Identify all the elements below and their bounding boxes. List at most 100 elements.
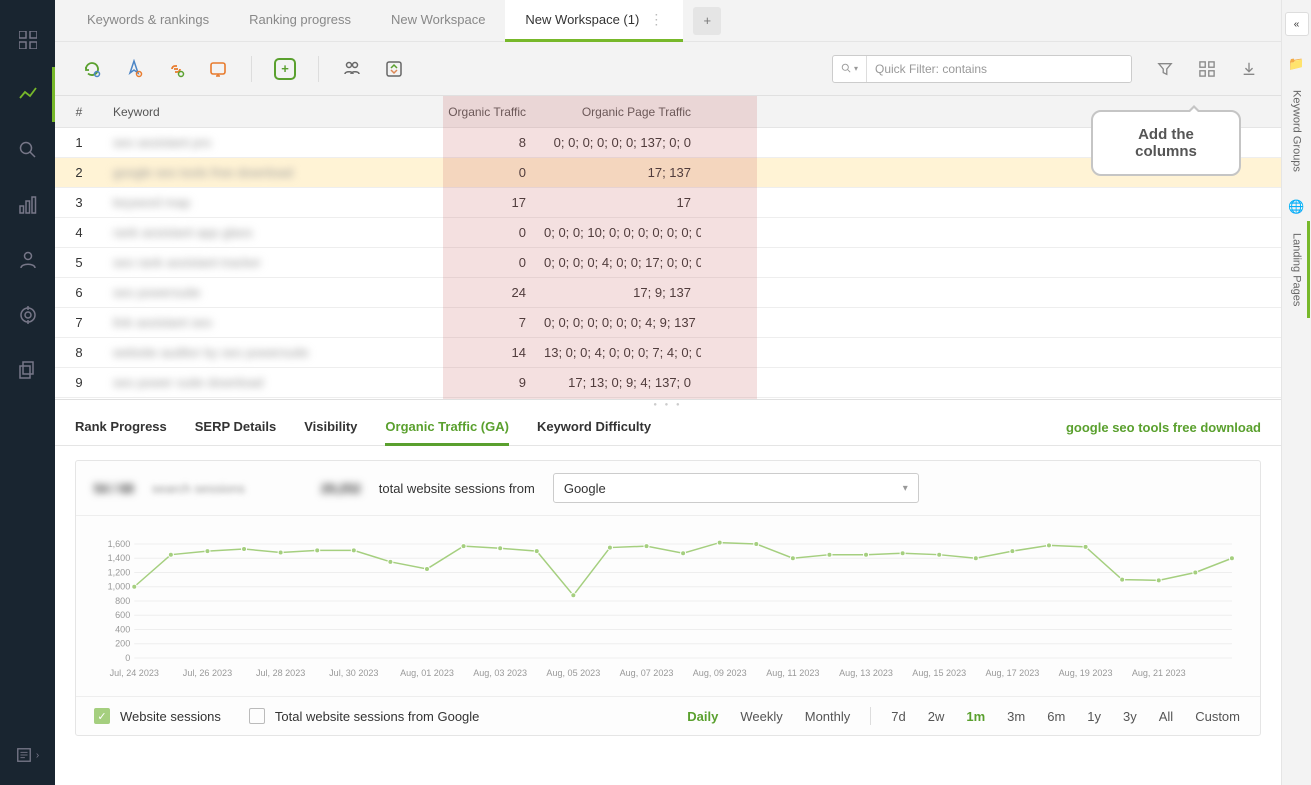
table-row[interactable]: 3keyword map1717	[55, 188, 1281, 218]
quick-filter-input[interactable]	[867, 56, 1131, 82]
range-daily[interactable]: Daily	[685, 709, 720, 724]
rail-collapse-button[interactable]: «	[1285, 12, 1309, 36]
nav-search[interactable]	[0, 122, 55, 177]
download-icon[interactable]	[1235, 55, 1263, 83]
row-organic-page-traffic: 13; 0; 0; 4; 0; 0; 0; 7; 4; 0; 0	[544, 345, 701, 360]
tab-keywords-rankings[interactable]: Keywords & rankings	[67, 0, 229, 42]
range-2w[interactable]: 2w	[926, 709, 947, 724]
range-1m[interactable]: 1m	[964, 709, 987, 724]
table-row[interactable]: 8website auditor by seo powersuite1413; …	[55, 338, 1281, 368]
svg-text:Jul, 24 2023: Jul, 24 2023	[110, 668, 159, 678]
range-3m[interactable]: 3m	[1005, 709, 1027, 724]
range-monthly[interactable]: Monthly	[803, 709, 853, 724]
range-3y[interactable]: 3y	[1121, 709, 1139, 724]
row-organic-traffic: 0	[388, 225, 544, 240]
nav-person[interactable]	[0, 232, 55, 287]
traffic-panel-foot: ✓ Website sessions Total website session…	[76, 696, 1260, 735]
row-num: 6	[55, 285, 103, 300]
col-header-organic-traffic[interactable]: Organic Traffic	[388, 105, 544, 119]
table-row[interactable]: 4rank assistant app glass00; 0; 0; 10; 0…	[55, 218, 1281, 248]
nav-ranks[interactable]	[0, 177, 55, 232]
svg-text:0: 0	[125, 653, 130, 663]
col-header-num[interactable]: #	[55, 105, 103, 119]
legend-total-sessions: Total website sessions from Google	[275, 709, 479, 724]
row-organic-page-traffic: 0; 0; 0; 0; 4; 0; 0; 17; 0; 0; 0	[544, 255, 701, 270]
chk-website-sessions[interactable]: ✓	[94, 708, 110, 724]
range-1y[interactable]: 1y	[1085, 709, 1103, 724]
table-row[interactable]: 5seo rank assistant tracker00; 0; 0; 0; …	[55, 248, 1281, 278]
folder-icon: 📁	[1288, 56, 1304, 72]
dtab-rank-progress[interactable]: Rank Progress	[75, 410, 167, 446]
add-button[interactable]: +	[266, 52, 304, 86]
add-tab-button[interactable]: +	[693, 7, 721, 35]
search-sessions-label: search sessions	[152, 481, 245, 496]
range-6m[interactable]: 6m	[1045, 709, 1067, 724]
table-row[interactable]: 10seo assistant website auditor013; 0; 7…	[55, 398, 1281, 400]
nav-analytics[interactable]	[0, 67, 55, 122]
chk-total-sessions[interactable]	[249, 708, 265, 724]
nav-copy[interactable]	[0, 342, 55, 397]
search-scope-icon[interactable]: ▾	[833, 56, 867, 82]
range-7d[interactable]: 7d	[889, 709, 907, 724]
svg-text:Aug, 15 2023: Aug, 15 2023	[912, 668, 966, 678]
rail-tab-keyword-groups[interactable]: Keyword Groups	[1288, 78, 1306, 184]
total-sessions-value: 29,252	[321, 481, 361, 496]
traffic-chart: 02004006008001,0001,2001,4001,600Jul, 24…	[76, 516, 1260, 696]
detail-tabs: Rank Progress SERP Details Visibility Or…	[55, 410, 1281, 446]
refresh-icon[interactable]	[73, 52, 111, 86]
dtab-organic-traffic-ga[interactable]: Organic Traffic (GA)	[385, 410, 509, 446]
rail-tab-landing-pages[interactable]: Landing Pages	[1288, 221, 1306, 318]
row-num: 2	[55, 165, 103, 180]
columns-icon[interactable]	[1193, 55, 1221, 83]
dtab-serp-details[interactable]: SERP Details	[195, 410, 276, 446]
row-organic-traffic: 8	[388, 135, 544, 150]
link-icon[interactable]	[157, 52, 195, 86]
range-weekly[interactable]: Weekly	[738, 709, 784, 724]
row-num: 8	[55, 345, 103, 360]
traffic-panel: 54 / 68 search sessions 29,252 total web…	[75, 460, 1261, 736]
col-header-keyword[interactable]: Keyword	[103, 105, 388, 119]
svg-text:Aug, 11 2023: Aug, 11 2023	[766, 668, 819, 678]
svg-text:Jul, 30 2023: Jul, 30 2023	[329, 668, 378, 678]
range-custom[interactable]: Custom	[1193, 709, 1242, 724]
row-organic-traffic: 7	[388, 315, 544, 330]
nav-target[interactable]	[0, 287, 55, 342]
row-organic-page-traffic: 17; 9; 137	[544, 285, 701, 300]
svg-text:1,000: 1,000	[108, 582, 131, 592]
tab-ranking-progress[interactable]: Ranking progress	[229, 0, 371, 42]
svg-text:Aug, 13 2023: Aug, 13 2023	[839, 668, 893, 678]
row-organic-traffic: 24	[388, 285, 544, 300]
row-num: 1	[55, 135, 103, 150]
tab-menu-icon[interactable]: ⋮	[649, 11, 663, 28]
row-organic-page-traffic: 17; 137	[544, 165, 701, 180]
col-header-organic-page-traffic[interactable]: Organic Page Traffic	[544, 105, 701, 119]
row-keyword: link assistant seo	[103, 315, 388, 330]
traffic-source-select[interactable]: Google ▾	[553, 473, 919, 503]
panel-resize-handle[interactable]: ● ● ●	[55, 400, 1281, 410]
svg-text:Aug, 05 2023: Aug, 05 2023	[546, 668, 600, 678]
compass-icon[interactable]	[115, 52, 153, 86]
filter-icon[interactable]	[1151, 55, 1179, 83]
table-row[interactable]: 7link assistant seo70; 0; 0; 0; 0; 0; 0;…	[55, 308, 1281, 338]
row-organic-page-traffic: 0; 0; 0; 0; 0; 0; 137; 0; 0	[544, 135, 701, 150]
svg-text:Aug, 21 2023: Aug, 21 2023	[1132, 668, 1186, 678]
row-keyword: seo assistant pro	[103, 135, 388, 150]
row-keyword: rank assistant app glass	[103, 225, 388, 240]
dtab-visibility[interactable]: Visibility	[304, 410, 357, 446]
range-all[interactable]: All	[1157, 709, 1175, 724]
table-row[interactable]: 9seo power suite download917; 13; 0; 9; …	[55, 368, 1281, 398]
table-row[interactable]: 6seo powersuite2417; 9; 137	[55, 278, 1281, 308]
dtab-keyword-difficulty[interactable]: Keyword Difficulty	[537, 410, 651, 446]
search-sessions-value: 54 / 68	[94, 481, 134, 496]
nav-notes[interactable]: ›	[0, 735, 55, 775]
capture-icon[interactable]	[199, 52, 237, 86]
selected-keyword-link[interactable]: google seo tools free download	[1066, 420, 1261, 435]
tab-new-workspace-1[interactable]: New Workspace (1) ⋮	[505, 0, 683, 42]
nav-dashboard[interactable]	[0, 12, 55, 67]
tab-new-workspace[interactable]: New Workspace	[371, 0, 505, 42]
svg-text:Aug, 17 2023: Aug, 17 2023	[985, 668, 1039, 678]
sort-icon[interactable]	[375, 52, 413, 86]
svg-text:Jul, 28 2023: Jul, 28 2023	[256, 668, 305, 678]
svg-text:Aug, 03 2023: Aug, 03 2023	[473, 668, 527, 678]
team-icon[interactable]	[333, 52, 371, 86]
